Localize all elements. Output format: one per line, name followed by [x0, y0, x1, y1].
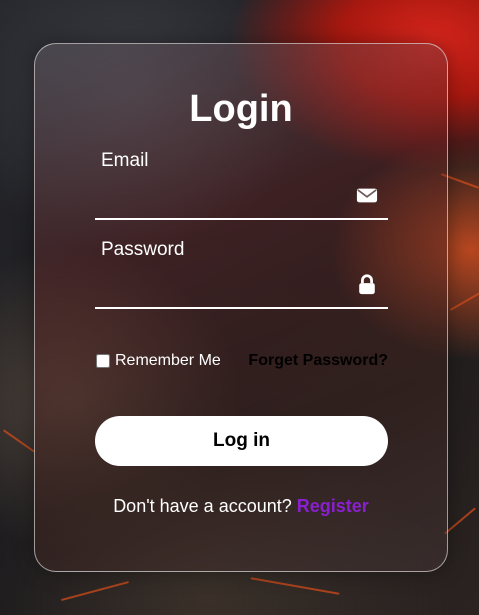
lock-icon: [359, 274, 375, 295]
remember-me-checkbox[interactable]: [96, 354, 110, 368]
register-prompt: Don't have a account? Register: [35, 496, 447, 517]
background-vein: [449, 291, 479, 311]
register-prompt-text: Don't have a account?: [113, 496, 292, 516]
login-button[interactable]: Log in: [95, 416, 388, 466]
envelope-icon: [356, 188, 378, 203]
register-link[interactable]: Register: [297, 496, 369, 516]
background-vein: [444, 507, 476, 535]
password-input[interactable]: [101, 271, 353, 301]
password-label: Password: [101, 239, 185, 260]
login-card: Login Email Password Remember Me Forget …: [34, 43, 448, 572]
email-input[interactable]: [101, 182, 353, 212]
background-vein: [60, 580, 130, 602]
background-vein: [250, 577, 340, 595]
background-vein: [2, 429, 36, 453]
password-field[interactable]: Password: [95, 239, 388, 309]
email-field[interactable]: Email: [95, 150, 388, 220]
email-label: Email: [101, 150, 149, 171]
remember-me[interactable]: Remember Me: [95, 352, 221, 370]
login-title: Login: [189, 88, 293, 130]
remember-me-label: Remember Me: [115, 352, 221, 369]
forgot-password-link[interactable]: Forget Password?: [248, 352, 388, 370]
